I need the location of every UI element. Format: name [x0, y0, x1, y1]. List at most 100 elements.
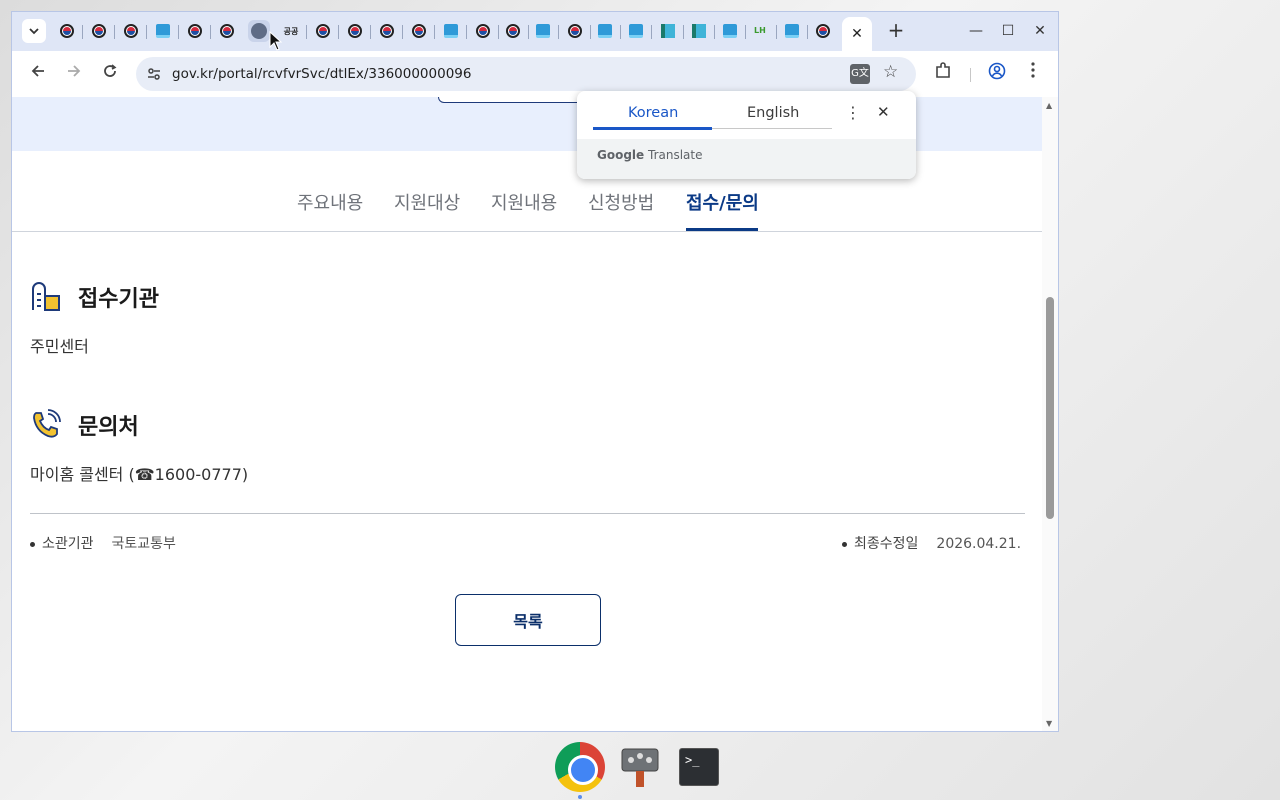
tab-eligibility[interactable]: 지원대상: [394, 189, 460, 215]
address-bar[interactable]: gov.kr/portal/rcvfvrSvc/dtlEx/3360000000…: [136, 57, 916, 91]
reload-icon: [104, 64, 117, 77]
flag-icon: [506, 24, 520, 38]
tab-favicon-flag[interactable]: [472, 20, 494, 42]
url-text[interactable]: gov.kr/portal/rcvfvrSvc/dtlEx/3360000000…: [172, 66, 471, 82]
tab-separator: [178, 25, 179, 39]
tab-search-button[interactable]: [22, 19, 46, 43]
tab-separator: [82, 25, 83, 39]
tab-favicon-green[interactable]: [688, 20, 710, 42]
tab-separator: [590, 25, 591, 39]
page-scrollbar[interactable]: ▲ ▼: [1042, 97, 1058, 731]
tab-favicon-globe[interactable]: [248, 20, 270, 42]
close-window-button[interactable]: ✕: [1030, 21, 1050, 41]
gov-icon: 공공: [283, 26, 299, 36]
hero-search-box[interactable]: [438, 97, 588, 103]
tab-favicon-flag[interactable]: [216, 20, 238, 42]
minimize-button[interactable]: —: [966, 21, 986, 41]
tab-favicon-flag[interactable]: [88, 20, 110, 42]
tab-favicon-green[interactable]: [657, 20, 679, 42]
translate-options-icon[interactable]: ⋮: [845, 103, 861, 122]
new-tab-button[interactable]: +: [884, 20, 908, 42]
tab-separator: [807, 25, 808, 39]
flag-icon: [220, 24, 234, 38]
tab-separator: [338, 25, 339, 39]
green-icon: [661, 24, 675, 38]
menu-button[interactable]: [1022, 62, 1044, 84]
chrome-app-icon[interactable]: [555, 742, 605, 792]
tab-favicon-flag[interactable]: [312, 20, 334, 42]
green-icon: [692, 24, 706, 38]
profile-button[interactable]: [986, 62, 1008, 84]
scroll-up-arrow-icon[interactable]: ▲: [1046, 101, 1052, 110]
tab-favicon-flag[interactable]: [184, 20, 206, 42]
tab-favicon-doc[interactable]: [152, 20, 174, 42]
tab-favicon-lh[interactable]: LH: [750, 20, 772, 42]
site-info-icon[interactable]: [146, 66, 162, 82]
tab-favicon-doc[interactable]: [719, 20, 741, 42]
tab-favicon-doc[interactable]: [781, 20, 803, 42]
scroll-down-arrow-icon[interactable]: ▼: [1046, 719, 1052, 728]
back-button[interactable]: [26, 62, 50, 86]
translate-active-indicator: [593, 127, 712, 130]
tab-application-method[interactable]: 신청방법: [588, 189, 654, 215]
flag-icon: [92, 24, 106, 38]
tab-favicon-flag[interactable]: [502, 20, 524, 42]
tab-separator: [466, 25, 467, 39]
list-button[interactable]: 목록: [455, 594, 601, 646]
taskbar-dock: >_: [553, 740, 725, 799]
tab-favicon-gov[interactable]: 공공: [280, 20, 302, 42]
tab-favicon-flag[interactable]: [564, 20, 586, 42]
translate-icon[interactable]: G文: [850, 64, 870, 84]
reload-button[interactable]: [98, 62, 122, 86]
agency-value: 국토교통부: [111, 536, 176, 552]
forward-arrow-icon: [68, 65, 81, 77]
updated-meta: 최종수정일 2026.04.21.: [842, 533, 1021, 553]
agency-meta: 소관기관 국토교통부: [30, 533, 176, 553]
translate-close-icon[interactable]: ✕: [877, 103, 890, 121]
blue-doc-icon: [536, 24, 550, 38]
running-indicator: [578, 795, 582, 799]
tab-favicon-doc[interactable]: [625, 20, 647, 42]
tab-main-content[interactable]: 주요내용: [297, 189, 363, 215]
tab-favicon-flag[interactable]: [120, 20, 142, 42]
forward-button[interactable]: [62, 62, 86, 86]
network-tool-icon[interactable]: [621, 748, 659, 788]
puzzle-icon: [936, 62, 950, 78]
lh-icon: LH: [754, 26, 766, 35]
tab-favicon-flag[interactable]: [376, 20, 398, 42]
translate-lang-korean[interactable]: Korean: [628, 105, 678, 121]
close-tab-icon[interactable]: ✕: [851, 26, 863, 42]
tab-separator: [146, 25, 147, 39]
mouse-cursor-icon: [269, 31, 283, 51]
tab-separator: [370, 25, 371, 39]
inquiry-title: 문의처: [78, 415, 139, 440]
tab-favicon-doc[interactable]: [532, 20, 554, 42]
active-tab[interactable]: ✕: [842, 17, 872, 51]
translate-lang-english[interactable]: English: [747, 105, 799, 121]
tab-strip: 공공 LH ✕ + — ☐ ✕: [12, 12, 1058, 51]
tab-support-details[interactable]: 지원내용: [491, 189, 557, 215]
tab-reception-inquiry[interactable]: 접수/문의: [686, 189, 759, 215]
blue-doc-icon: [723, 24, 737, 38]
flag-icon: [476, 24, 490, 38]
tab-favicon-doc[interactable]: [440, 20, 462, 42]
extensions-button[interactable]: [932, 62, 954, 84]
flag-icon: [380, 24, 394, 38]
tab-favicon-doc[interactable]: [594, 20, 616, 42]
blue-doc-icon: [444, 24, 458, 38]
tab-favicon-flag[interactable]: [344, 20, 366, 42]
translate-popup: Korean English ⋮ ✕ Google Translate: [577, 91, 916, 179]
chevron-down-icon: [29, 28, 39, 35]
tab-favicon-flag[interactable]: [408, 20, 430, 42]
terminal-app-icon[interactable]: >_: [679, 748, 719, 786]
bookmark-star-icon[interactable]: ☆: [883, 62, 898, 82]
browser-window: 공공 LH ✕ + — ☐ ✕ gov.kr/portal/rcvfvrSvc/…: [11, 11, 1059, 732]
tab-favicon-flag[interactable]: [56, 20, 78, 42]
flag-icon: [188, 24, 202, 38]
tab-favicon-flag[interactable]: [812, 20, 834, 42]
scrollbar-thumb[interactable]: [1046, 297, 1054, 519]
reception-agency-title: 접수기관: [78, 287, 159, 312]
maximize-button[interactable]: ☐: [998, 21, 1018, 41]
kebab-menu-icon: [1031, 62, 1035, 78]
toolbar-divider: [970, 68, 971, 82]
